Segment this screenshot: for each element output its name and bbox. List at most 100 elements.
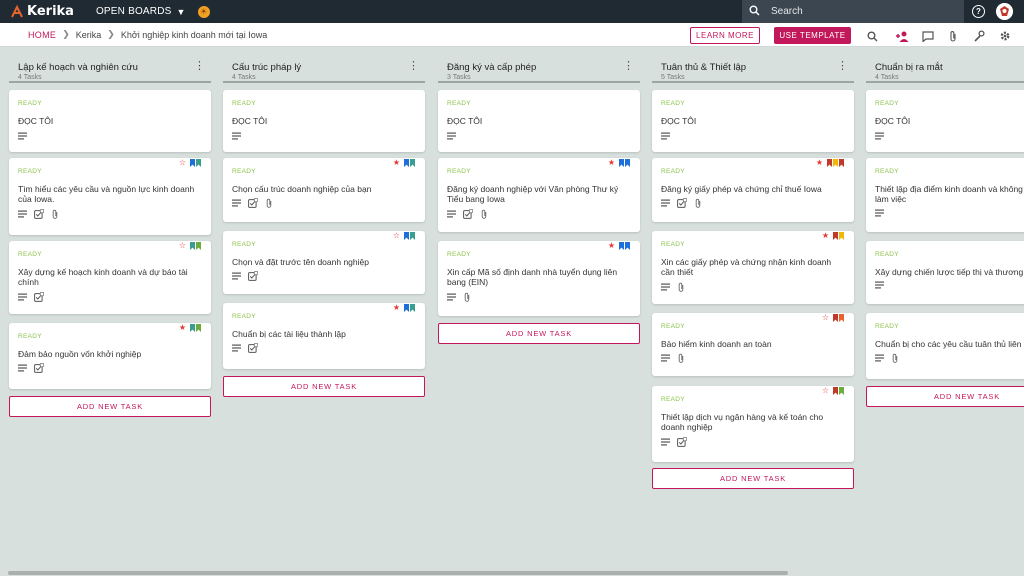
description-icon [18, 364, 27, 372]
tools-icon[interactable] [971, 28, 987, 44]
use-template-button[interactable]: USE TEMPLATE [774, 27, 851, 44]
card-flags: ☆ [822, 314, 844, 322]
task-card[interactable]: READY Xây dựng chiến lược tiếp thị và thư… [866, 241, 1024, 304]
breadcrumb-home[interactable]: HOME [28, 30, 56, 40]
column-menu-icon[interactable]: ⋮ [837, 61, 848, 72]
column-header[interactable]: Chuẩn bị ra mắt4 Tasks⋮ [866, 47, 1024, 83]
star-filled-icon[interactable]: ★ [608, 242, 615, 250]
card-icons [18, 209, 59, 219]
card-title: Đảm bảo nguồn vốn khởi nghiệp [18, 349, 142, 359]
task-card[interactable]: READY ĐỌC TÔI [438, 90, 640, 152]
task-card[interactable]: READY Đảm bảo nguồn vốn khởi nghiệp ★ [9, 323, 211, 389]
tag-flag-icon [833, 232, 838, 240]
column-menu-icon[interactable]: ⋮ [623, 61, 634, 72]
star-filled-icon[interactable]: ★ [822, 232, 829, 240]
card-status: READY [18, 251, 42, 258]
card-title: Chọn và đặt trước tên doanh nghiệp [232, 257, 369, 267]
card-title: Bảo hiểm kinh doanh an toàn [661, 339, 772, 349]
scrollbar-thumb[interactable] [8, 571, 788, 575]
card-status: READY [875, 100, 899, 107]
open-boards-label: OPEN BOARDS [95, 6, 172, 17]
card-icons [447, 132, 456, 140]
star-outline-icon[interactable]: ☆ [393, 232, 400, 240]
card-status: READY [232, 100, 256, 107]
avatar[interactable] [996, 3, 1013, 20]
tag-flag-icon [410, 159, 415, 167]
search-board-icon[interactable] [864, 28, 880, 44]
card-icons [447, 292, 471, 302]
tag-flag-icon [833, 159, 838, 167]
add-new-task-button[interactable]: ADD NEW TASK [438, 323, 640, 344]
breadcrumb-org[interactable]: Kerika [76, 30, 102, 40]
card-flags: ★ [393, 304, 415, 312]
sun-icon[interactable]: ☀ [197, 5, 210, 18]
card-status: READY [661, 100, 685, 107]
add-person-icon[interactable] [895, 28, 911, 44]
star-filled-icon[interactable]: ★ [393, 159, 400, 167]
star-outline-icon[interactable]: ☆ [822, 387, 829, 395]
checklist-icon [248, 271, 258, 281]
task-card[interactable]: READY Tìm hiểu các yêu cầu và nguồn lực k… [9, 158, 211, 235]
task-card[interactable]: READY Thiết lập địa điểm kinh doanh và kh… [866, 158, 1024, 232]
add-new-task-button[interactable]: ADD NEW TASK [652, 468, 854, 489]
task-card[interactable]: READY Bảo hiểm kinh doanh an toàn ☆ [652, 313, 854, 376]
search-input[interactable] [771, 6, 951, 17]
column-menu-icon[interactable]: ⋮ [194, 61, 205, 72]
task-card[interactable]: READY Xin các giấy phép và chứng nhận kin… [652, 231, 854, 304]
add-new-task-button[interactable]: ADD NEW TASK [223, 376, 425, 397]
task-card[interactable]: READY Chuẩn bị các tài liệu thành lập ★ [223, 303, 425, 369]
column-task-count: 5 Tasks [661, 74, 685, 81]
description-icon [875, 132, 884, 140]
horizontal-scrollbar[interactable] [0, 570, 1024, 576]
task-card[interactable]: READY Chọn cấu trúc doanh nghiệp của bạn ★ [223, 158, 425, 222]
star-filled-icon[interactable]: ★ [816, 159, 823, 167]
tag-flag-icon [190, 324, 195, 332]
card-flags: ★ [822, 232, 844, 240]
task-card[interactable]: READY ĐỌC TÔI [9, 90, 211, 152]
chat-icon[interactable] [920, 28, 936, 44]
kerika-logo[interactable]: Kerika [10, 4, 74, 19]
column-header[interactable]: Cấu trúc pháp lý 4 Tasks ⋮ [223, 47, 425, 83]
tag-flag-icon [190, 242, 195, 250]
description-icon [447, 210, 456, 218]
column-header[interactable]: Lập kế hoạch và nghiên cứu 4 Tasks ⋮ [9, 47, 211, 83]
search-box[interactable] [742, 0, 964, 23]
task-card[interactable]: READY Chọn và đặt trước tên doanh nghiệp ☆ [223, 231, 425, 294]
column-menu-icon[interactable]: ⋮ [408, 61, 419, 72]
card-flags: ★ [608, 159, 630, 167]
learn-more-button[interactable]: LEARN MORE [690, 27, 760, 44]
help-icon[interactable]: ? [972, 5, 985, 18]
task-card[interactable]: READY ĐỌC TÔI [223, 90, 425, 152]
attachment-icon [695, 198, 701, 208]
card-status: READY [18, 168, 42, 175]
breadcrumb-board: Khởi nghiệp kinh doanh mới tại Iowa [120, 29, 268, 40]
task-card[interactable]: READY Xin cấp Mã số định danh nhà tuyển d… [438, 241, 640, 316]
card-title: Chuẩn bị cho các yêu cầu tuân thủ liên t… [875, 339, 1024, 349]
task-card[interactable]: READY Đăng ký doanh nghiệp với Văn phòng … [438, 158, 640, 232]
add-new-task-button[interactable]: ADD NEW TASK [9, 396, 211, 417]
star-filled-icon[interactable]: ★ [179, 324, 186, 332]
task-card[interactable]: READY Chuẩn bị cho các yêu cầu tuân thủ l… [866, 313, 1024, 379]
tag-flag-icon [839, 232, 844, 240]
attachment-icon[interactable] [945, 28, 961, 44]
star-outline-icon[interactable]: ☆ [179, 159, 186, 167]
star-outline-icon[interactable]: ☆ [822, 314, 829, 322]
add-new-task-button[interactable]: ADD NEW TASK [866, 386, 1024, 407]
task-card[interactable]: READY ĐỌC TÔI [652, 90, 854, 152]
column-header[interactable]: Đăng ký và cấp phép 3 Tasks ⋮ [438, 47, 640, 83]
task-card[interactable]: READY Thiết lập dịch vụ ngân hàng và kế t… [652, 386, 854, 462]
star-outline-icon[interactable]: ☆ [179, 242, 186, 250]
task-card[interactable]: READY Đăng ký giấy phép và chứng chỉ thuế… [652, 158, 854, 222]
attachment-icon [481, 209, 487, 219]
star-filled-icon[interactable]: ★ [608, 159, 615, 167]
card-title: Xây dựng chiến lược tiếp thị và thương h… [875, 267, 1024, 277]
column-header[interactable]: Tuân thủ & Thiết lập 5 Tasks ⋮ [652, 47, 854, 83]
task-card[interactable]: READY Xây dựng kế hoạch kinh doanh và dự … [9, 241, 211, 314]
gear-icon[interactable] [997, 28, 1013, 44]
open-boards-menu[interactable]: OPEN BOARDS ▼ [96, 6, 186, 17]
card-flags: ☆ [822, 387, 844, 395]
task-card[interactable]: READY ĐỌC TÔI [866, 90, 1024, 152]
card-icons [875, 353, 899, 363]
star-filled-icon[interactable]: ★ [393, 304, 400, 312]
description-icon [447, 132, 456, 140]
